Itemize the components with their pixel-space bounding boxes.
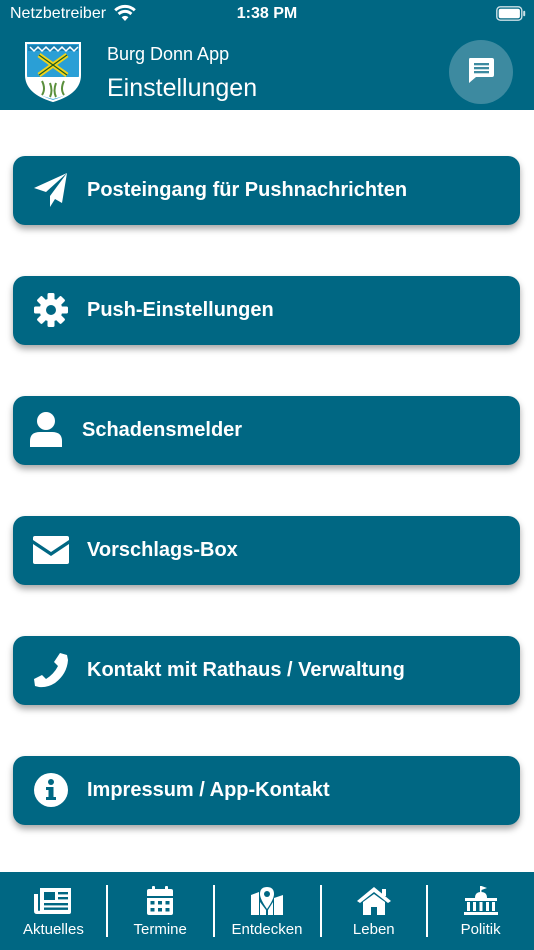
- menu-item-label: Vorschlags-Box: [87, 539, 238, 561]
- town-crest-logo: [24, 41, 82, 103]
- tab-politik[interactable]: Politik: [427, 872, 534, 950]
- menu-item-contact-townhall[interactable]: Kontakt mit Rathaus / Verwaltung: [13, 636, 520, 705]
- menu-item-push-inbox[interactable]: Posteingang für Pushnachrichten: [13, 156, 520, 225]
- status-bar: Netzbetreiber 1:38 PM: [0, 0, 534, 30]
- menu-item-label: Posteingang für Pushnachrichten: [87, 179, 408, 201]
- app-header: Netzbetreiber 1:38 PM Burg Donn App Eins…: [0, 0, 534, 110]
- house-icon: [320, 886, 427, 918]
- menu-item-label: Schadensmelder: [82, 419, 243, 441]
- gear-icon: [31, 290, 71, 330]
- menu-item-suggestion-box[interactable]: Vorschlags-Box: [13, 516, 520, 585]
- tab-label: Aktuelles: [22, 921, 84, 938]
- calendar-icon: [107, 886, 214, 918]
- chat-bubble-icon: [466, 55, 496, 90]
- user-icon: [26, 410, 66, 450]
- tab-label: Leben: [352, 921, 395, 938]
- info-icon: [31, 770, 71, 810]
- tab-leben[interactable]: Leben: [320, 872, 427, 950]
- tab-termine[interactable]: Termine: [107, 872, 214, 950]
- map-pin-icon: [214, 886, 321, 918]
- menu-item-label: Impressum / App-Kontakt: [87, 779, 330, 801]
- menu-item-label: Push-Einstellungen: [87, 299, 274, 321]
- tab-aktuelles[interactable]: Aktuelles: [0, 872, 107, 950]
- paper-plane-icon: [31, 170, 71, 210]
- tab-label: Entdecken: [231, 921, 303, 938]
- menu-item-label: Kontakt mit Rathaus / Verwaltung: [87, 659, 405, 681]
- battery-icon: [496, 6, 526, 27]
- menu-item-damage-reporter[interactable]: Schadensmelder: [13, 396, 520, 465]
- chat-button[interactable]: [449, 40, 513, 104]
- tab-entdecken[interactable]: Entdecken: [214, 872, 321, 950]
- town-hall-icon: [427, 886, 534, 918]
- phone-icon: [31, 650, 71, 690]
- newspaper-icon: [0, 886, 107, 918]
- tab-label: Termine: [133, 921, 187, 938]
- menu-item-imprint[interactable]: Impressum / App-Kontakt: [13, 756, 520, 825]
- tab-bar: Aktuelles Termine Entdecken Leben Politi…: [0, 872, 534, 950]
- tab-label: Politik: [460, 921, 501, 938]
- envelope-icon: [31, 530, 71, 570]
- page-title: Einstellungen: [107, 74, 258, 102]
- app-name: Burg Donn App: [107, 44, 230, 64]
- clock: 1:38 PM: [236, 5, 298, 22]
- menu-item-push-settings[interactable]: Push-Einstellungen: [13, 276, 520, 345]
